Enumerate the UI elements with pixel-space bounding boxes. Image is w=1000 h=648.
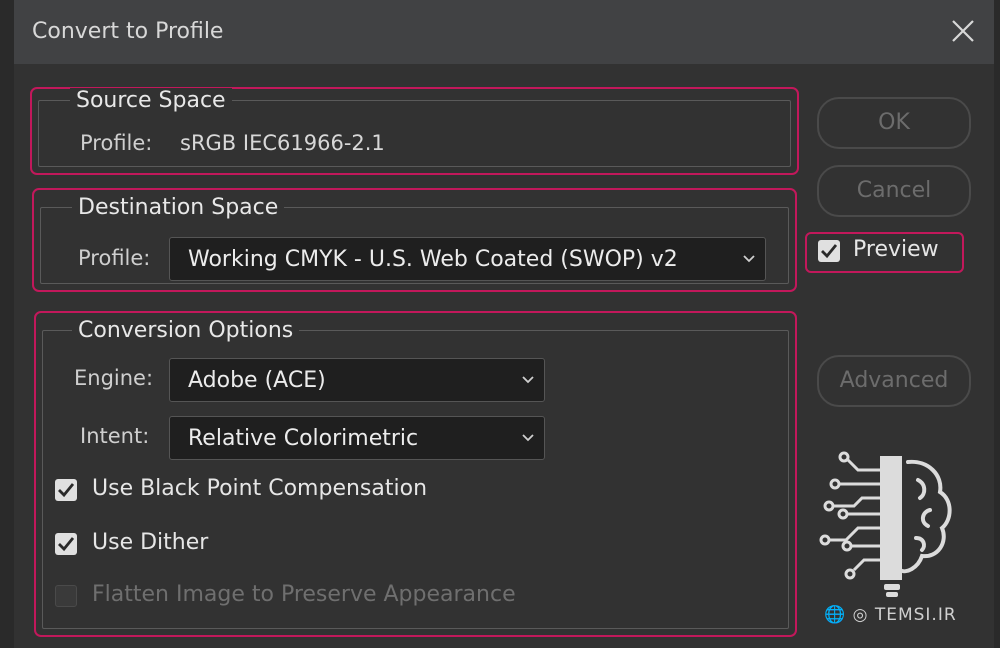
destination-profile-select[interactable]: Working CMYK - U.S. Web Coated (SWOP) v2: [169, 237, 766, 281]
preview-label[interactable]: Preview: [853, 237, 939, 262]
conversion-options-group: Conversion Options Engine: Adobe (ACE) I…: [34, 311, 797, 637]
source-space-legend: Source Space: [70, 88, 232, 113]
preview-checkbox[interactable]: [818, 240, 840, 262]
chevron-down-icon: [743, 255, 755, 263]
engine-label: Engine:: [74, 366, 154, 390]
checkmark-icon: [58, 483, 75, 498]
engine-select[interactable]: Adobe (ACE): [169, 358, 545, 402]
conversion-options-legend: Conversion Options: [72, 318, 300, 343]
destination-profile-label: Profile:: [78, 246, 151, 270]
instagram-icon: ◎: [852, 605, 869, 625]
flatten-label: Flatten Image to Preserve Appearance: [92, 582, 516, 607]
source-profile-label: Profile:: [80, 131, 153, 155]
flatten-checkbox: [55, 585, 77, 607]
source-space-group: Source Space Profile: sRGB IEC61966-2.1: [30, 87, 799, 175]
destination-space-group: Destination Space Profile: Working CMYK …: [32, 188, 797, 292]
destination-space-legend: Destination Space: [72, 195, 285, 220]
watermark-text: TEMSI.IR: [874, 605, 957, 625]
chevron-down-icon: [522, 434, 534, 442]
dialog-title: Convert to Profile: [32, 19, 224, 44]
globe-icon: 🌐: [824, 605, 847, 625]
intent-label: Intent:: [80, 424, 150, 448]
advanced-button[interactable]: Advanced: [817, 355, 971, 407]
source-profile-value: sRGB IEC61966-2.1: [180, 131, 385, 155]
destination-profile-value: Working CMYK - U.S. Web Coated (SWOP) v2: [188, 247, 678, 272]
cancel-button[interactable]: Cancel: [817, 165, 971, 217]
brain-circuit-logo-icon: [819, 451, 952, 597]
engine-value: Adobe (ACE): [188, 368, 326, 393]
close-icon[interactable]: [950, 18, 976, 44]
intent-value: Relative Colorimetric: [188, 426, 419, 451]
checkmark-icon: [821, 244, 838, 259]
chevron-down-icon: [522, 376, 534, 384]
intent-select[interactable]: Relative Colorimetric: [169, 416, 545, 460]
checkmark-icon: [58, 537, 75, 552]
dither-label[interactable]: Use Dither: [92, 530, 208, 555]
black-point-label[interactable]: Use Black Point Compensation: [92, 476, 427, 501]
watermark: 🌐 ◎ TEMSI.IR: [824, 605, 957, 625]
ok-button[interactable]: OK: [817, 97, 971, 149]
dither-checkbox[interactable]: [55, 533, 77, 555]
black-point-checkbox[interactable]: [55, 479, 77, 501]
